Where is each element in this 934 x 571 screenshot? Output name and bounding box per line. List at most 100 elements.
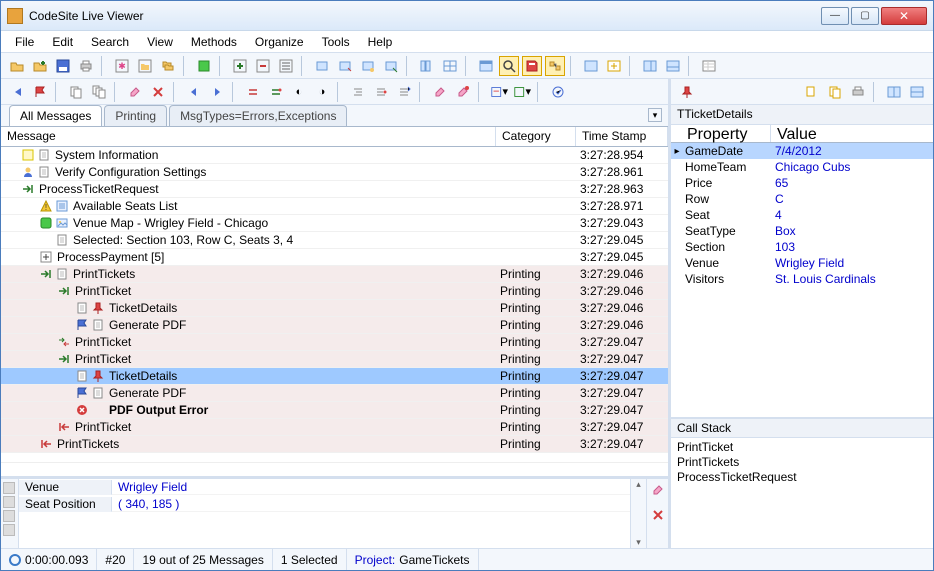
layout-right-icon[interactable]: [884, 82, 904, 102]
col-category[interactable]: Category: [496, 127, 576, 146]
property-row[interactable]: Price65: [671, 175, 933, 191]
col-timestamp[interactable]: Time Stamp: [576, 127, 668, 146]
flag-icon[interactable]: [30, 82, 50, 102]
message-row[interactable]: Generate PDFPrinting3:27:29.046: [1, 317, 668, 334]
nav-first-icon[interactable]: [7, 82, 27, 102]
property-row[interactable]: Section103: [671, 239, 933, 255]
prev-icon[interactable]: [184, 82, 204, 102]
search-icon[interactable]: [499, 56, 519, 76]
detail-btn1[interactable]: [3, 482, 15, 494]
property-grid[interactable]: ▸GameDate7/4/2012HomeTeamChicago CubsPri…: [671, 143, 933, 287]
delete-small-icon[interactable]: [651, 508, 665, 527]
tool-green-icon[interactable]: [194, 56, 214, 76]
menu-methods[interactable]: Methods: [183, 33, 245, 51]
message-row[interactable]: PDF Output ErrorPrinting3:27:29.047: [1, 402, 668, 419]
indent1-icon[interactable]: [348, 82, 368, 102]
tool-nav4-icon[interactable]: [381, 56, 401, 76]
tool-folder-icon[interactable]: [135, 56, 155, 76]
message-row[interactable]: Verify Configuration Settings3:27:28.961: [1, 164, 668, 181]
message-row[interactable]: PrintTicketPrinting3:27:29.047: [1, 334, 668, 351]
menu-search[interactable]: Search: [83, 33, 137, 51]
prop-header-property[interactable]: Property: [671, 125, 771, 142]
message-row[interactable]: TicketDetailsPrinting3:27:29.046: [1, 300, 668, 317]
tool-layout1-icon[interactable]: [640, 56, 660, 76]
message-row[interactable]: PrintTicketPrinting3:27:29.047: [1, 351, 668, 368]
filter-icon[interactable]: ▾: [489, 82, 509, 102]
detail-btn4[interactable]: [3, 524, 15, 536]
detail-btn3[interactable]: [3, 510, 15, 522]
next-icon[interactable]: [207, 82, 227, 102]
prop-header-value[interactable]: Value: [771, 125, 823, 142]
col-message[interactable]: Message: [1, 127, 496, 146]
message-row[interactable]: PrintTicketPrinting3:27:29.047: [1, 419, 668, 436]
filter2-icon[interactable]: ▾: [512, 82, 532, 102]
tool-remove-icon[interactable]: [253, 56, 273, 76]
print-right-icon[interactable]: [848, 82, 868, 102]
goto-icon[interactable]: [548, 82, 568, 102]
erase3-icon[interactable]: [453, 82, 473, 102]
maximize-button[interactable]: ▢: [851, 7, 879, 25]
property-row[interactable]: HomeTeamChicago Cubs: [671, 159, 933, 175]
message-row[interactable]: PrintTicketPrinting3:27:29.046: [1, 283, 668, 300]
tool-nav2-icon[interactable]: [335, 56, 355, 76]
message-row[interactable]: TicketDetailsPrinting3:27:29.047: [1, 368, 668, 385]
menu-file[interactable]: File: [7, 33, 42, 51]
tool-cols-icon[interactable]: [417, 56, 437, 76]
tool-add-icon[interactable]: [230, 56, 250, 76]
message-row[interactable]: PrintTicketsPrinting3:27:29.047: [1, 436, 668, 453]
property-row[interactable]: VisitorsSt. Louis Cardinals: [671, 271, 933, 287]
message-row[interactable]: Selected: Section 103, Row C, Seats 3, 4…: [1, 232, 668, 249]
message-row[interactable]: Venue Map - Wrigley Field - Chicago3:27:…: [1, 215, 668, 232]
menu-edit[interactable]: Edit: [44, 33, 81, 51]
tab-msgtypes[interactable]: MsgTypes=Errors,Exceptions: [169, 105, 347, 126]
message-list[interactable]: System Information3:27:28.954Verify Conf…: [1, 147, 668, 462]
tool-props-icon[interactable]: [699, 56, 719, 76]
indent2-icon[interactable]: [371, 82, 391, 102]
tab-all-messages[interactable]: All Messages: [9, 105, 102, 126]
tool-grid-icon[interactable]: [440, 56, 460, 76]
delete-icon[interactable]: [148, 82, 168, 102]
tab-printing[interactable]: Printing: [104, 105, 167, 126]
tool-panel3-icon[interactable]: [604, 56, 624, 76]
menu-help[interactable]: Help: [360, 33, 401, 51]
expand-icon[interactable]: [266, 82, 286, 102]
property-row[interactable]: RowC: [671, 191, 933, 207]
property-row[interactable]: VenueWrigley Field: [671, 255, 933, 271]
menu-view[interactable]: View: [139, 33, 181, 51]
layout2-right-icon[interactable]: [907, 82, 927, 102]
callstack-item[interactable]: PrintTicket: [677, 440, 927, 455]
print-icon[interactable]: [76, 56, 96, 76]
copy-right-icon[interactable]: [802, 82, 822, 102]
copy-icon[interactable]: [66, 82, 86, 102]
callstack-item[interactable]: PrintTickets: [677, 455, 927, 470]
minimize-button[interactable]: —: [821, 7, 849, 25]
message-row[interactable]: !Available Seats List3:27:28.971: [1, 198, 668, 215]
menu-organize[interactable]: Organize: [247, 33, 312, 51]
tool-layout2-icon[interactable]: [663, 56, 683, 76]
open-icon[interactable]: [7, 56, 27, 76]
erase-icon[interactable]: [125, 82, 145, 102]
property-row[interactable]: SeatTypeBox: [671, 223, 933, 239]
tool-book-icon[interactable]: [522, 56, 542, 76]
tool-star-icon[interactable]: ✱: [112, 56, 132, 76]
close-button[interactable]: ✕: [881, 7, 927, 25]
tool-panel2-icon[interactable]: [581, 56, 601, 76]
indent3-icon[interactable]: [394, 82, 414, 102]
tool-a-icon[interactable]: ◐: [289, 82, 309, 102]
collapse-icon[interactable]: [243, 82, 263, 102]
tool-nav1-icon[interactable]: [312, 56, 332, 76]
tool-b-icon[interactable]: ◑: [312, 82, 332, 102]
erase-small-icon[interactable]: [651, 483, 665, 502]
message-row[interactable]: System Information3:27:28.954: [1, 147, 668, 164]
open-add-icon[interactable]: [30, 56, 50, 76]
message-row[interactable]: ProcessTicketRequest3:27:28.963: [1, 181, 668, 198]
tabs-dropdown[interactable]: ▾: [648, 108, 662, 122]
copy2-right-icon[interactable]: [825, 82, 845, 102]
property-row[interactable]: ▸GameDate7/4/2012: [671, 143, 933, 159]
detail-btn2[interactable]: [3, 496, 15, 508]
copy-all-icon[interactable]: [89, 82, 109, 102]
menu-tools[interactable]: Tools: [314, 33, 358, 51]
erase2-icon[interactable]: [430, 82, 450, 102]
tool-link-icon[interactable]: [545, 56, 565, 76]
message-row[interactable]: PrintTicketsPrinting3:27:29.046: [1, 266, 668, 283]
